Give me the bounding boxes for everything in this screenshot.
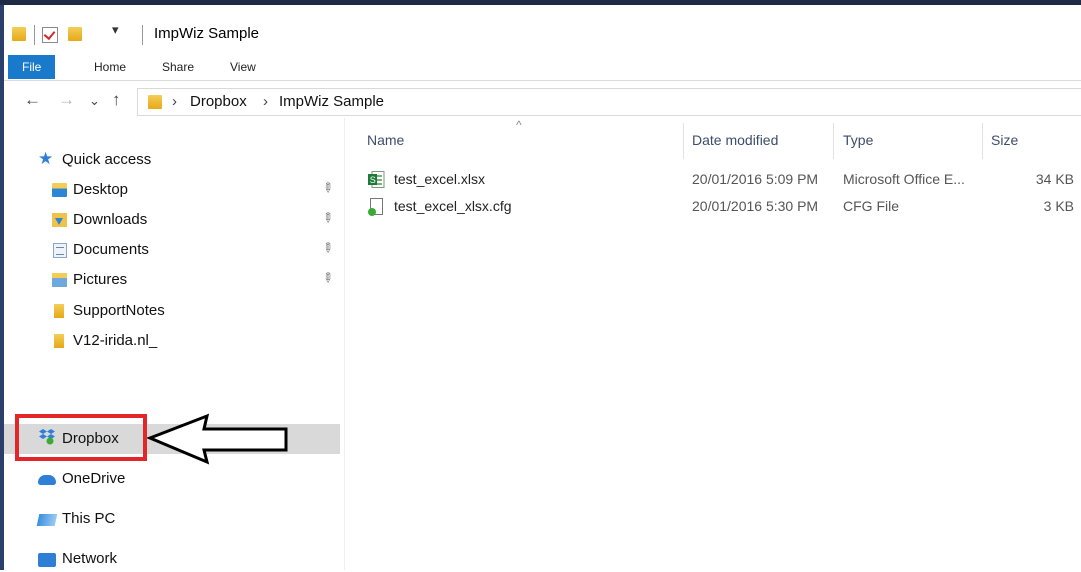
column-separator[interactable]: [982, 123, 983, 159]
file-row[interactable]: test_excel_xlsx.cfg 20/01/2016 5:30 PM C…: [360, 195, 1081, 219]
nav-v12-irida[interactable]: V12-irida.nl_: [4, 328, 340, 354]
onedrive-cloud-icon: [38, 475, 56, 485]
nav-desktop[interactable]: Desktop ✎: [4, 177, 340, 203]
nav-onedrive[interactable]: OneDrive: [4, 466, 340, 492]
nav-label: Downloads: [73, 211, 148, 228]
pin-icon[interactable]: ✎: [318, 208, 337, 227]
svg-text:S: S: [370, 175, 376, 185]
cfg-file-icon: [368, 198, 383, 216]
network-icon: [38, 553, 56, 567]
star-icon: ★: [38, 149, 54, 168]
forward-arrow-icon[interactable]: →: [58, 90, 75, 110]
nav-documents[interactable]: Documents ✎: [4, 237, 340, 263]
folder-icon: [12, 27, 26, 41]
nav-label: Documents: [73, 241, 149, 258]
pictures-icon: [52, 273, 67, 287]
up-arrow-icon[interactable]: ↑: [112, 90, 121, 110]
column-separator[interactable]: [833, 123, 834, 159]
title-bar: ▾ ImpWiz Sample: [4, 5, 1081, 55]
qat-separator: [142, 25, 143, 45]
folder-icon: [54, 304, 64, 318]
nav-label: OneDrive: [62, 470, 126, 487]
column-separator[interactable]: [683, 123, 684, 159]
file-row[interactable]: S test_excel.xlsx 20/01/2016 5:09 PM Mic…: [360, 168, 1081, 192]
qat-separator: [34, 25, 35, 45]
nav-label: V12-irida.nl_: [73, 332, 158, 349]
downloads-icon: [52, 213, 67, 227]
computer-icon: [36, 514, 58, 526]
annotation-arrow-icon: [147, 413, 288, 465]
new-folder-icon[interactable]: [68, 27, 82, 41]
column-header-size[interactable]: Size: [991, 132, 1018, 148]
file-list: ^ Name Date modified Type Size S test_ex…: [350, 118, 1081, 570]
red-highlight-box: [15, 414, 147, 461]
file-size: 3 KB: [1043, 198, 1074, 214]
nav-this-pc[interactable]: This PC: [4, 506, 340, 532]
breadcrumb-chevron-icon[interactable]: ›: [172, 93, 177, 110]
qat-customize-icon[interactable]: ▾: [112, 22, 119, 38]
sort-ascending-icon: ^: [516, 118, 522, 132]
navigation-bar: ← → ⌄ ↑ › Dropbox › ImpWiz Sample: [4, 86, 1081, 118]
breadcrumb-impwiz-sample[interactable]: ImpWiz Sample: [279, 93, 384, 110]
back-arrow-icon[interactable]: ←: [24, 90, 41, 110]
nav-label: Desktop: [73, 181, 129, 198]
tab-view[interactable]: View: [222, 55, 264, 79]
column-header-date-modified[interactable]: Date modified: [692, 132, 778, 148]
file-name: test_excel_xlsx.cfg: [394, 198, 512, 214]
column-header-name[interactable]: Name: [367, 132, 404, 148]
nav-network[interactable]: Network: [4, 546, 340, 572]
nav-label: Quick access: [62, 151, 152, 168]
breadcrumb-dropbox[interactable]: Dropbox: [190, 93, 247, 110]
tab-file[interactable]: File: [8, 55, 56, 79]
breadcrumb-chevron-icon[interactable]: ›: [263, 93, 268, 110]
properties-check-icon[interactable]: [42, 27, 58, 43]
nav-quick-access[interactable]: ★ Quick access: [4, 147, 340, 173]
ribbon-tabs: File Home Share View: [4, 55, 1081, 81]
nav-label: This PC: [62, 510, 116, 527]
address-bar[interactable]: › Dropbox › ImpWiz Sample: [137, 88, 1081, 116]
tab-share[interactable]: Share: [154, 55, 202, 79]
pin-icon[interactable]: ✎: [318, 178, 337, 197]
desktop-icon: [52, 183, 67, 197]
nav-label: SupportNotes: [73, 302, 165, 319]
folder-icon: [54, 334, 64, 348]
column-header-type[interactable]: Type: [843, 132, 873, 148]
file-size: 34 KB: [1035, 171, 1074, 187]
file-type: CFG File: [843, 198, 899, 214]
file-type: Microsoft Office E...: [843, 171, 965, 187]
nav-supportnotes[interactable]: SupportNotes: [4, 298, 340, 324]
navigation-pane: ★ Quick access Desktop ✎ Downloads ✎ Doc…: [4, 118, 344, 570]
nav-pictures[interactable]: Pictures ✎: [4, 267, 340, 293]
nav-downloads[interactable]: Downloads ✎: [4, 207, 340, 233]
file-name: test_excel.xlsx: [394, 171, 486, 187]
pin-icon[interactable]: ✎: [318, 238, 337, 257]
pin-icon[interactable]: ✎: [318, 268, 337, 287]
pane-divider[interactable]: [344, 118, 345, 570]
window-title: ImpWiz Sample: [154, 25, 260, 42]
documents-icon: [53, 243, 67, 258]
nav-label: Network: [62, 550, 118, 567]
folder-icon: [148, 95, 162, 109]
tab-home[interactable]: Home: [86, 55, 134, 79]
nav-label: Pictures: [73, 271, 128, 288]
file-date: 20/01/2016 5:30 PM: [692, 198, 819, 214]
file-date: 20/01/2016 5:09 PM: [692, 171, 819, 187]
recent-locations-chevron-icon[interactable]: ⌄: [89, 93, 100, 109]
excel-file-icon: S: [368, 171, 385, 188]
